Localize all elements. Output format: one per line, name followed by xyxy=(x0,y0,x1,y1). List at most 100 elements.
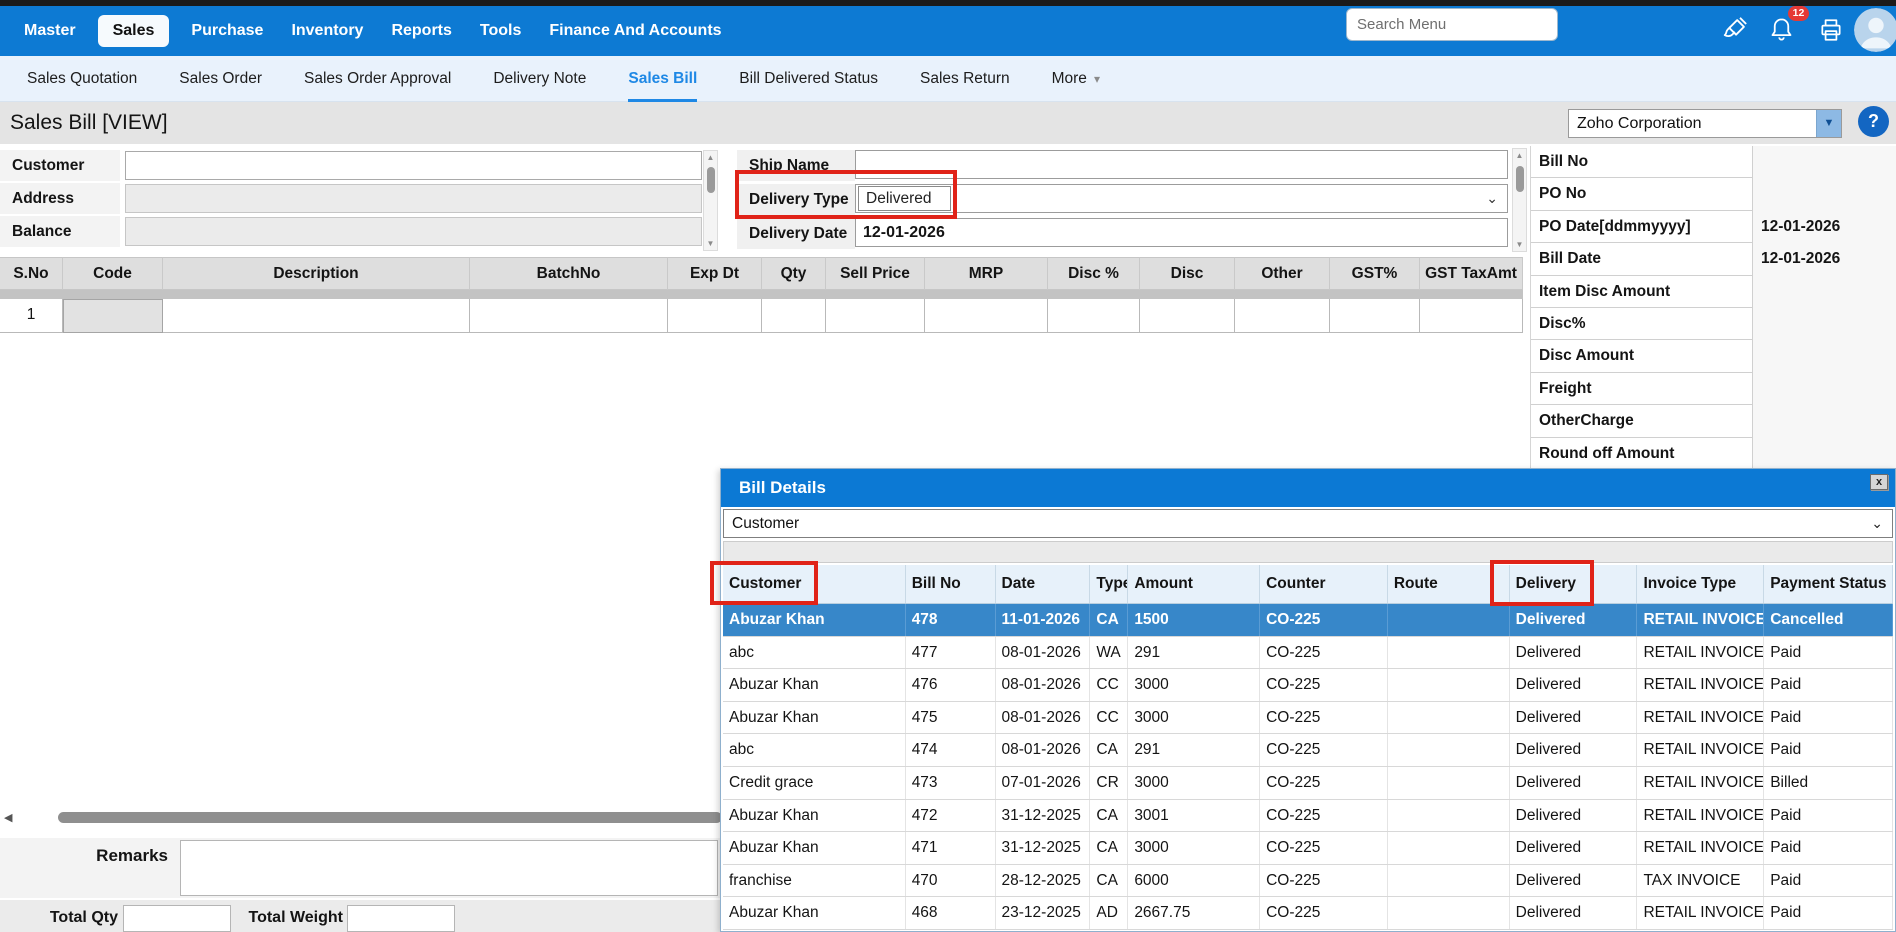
total-qty-label: Total Qty xyxy=(0,909,118,927)
cell-route xyxy=(1388,897,1510,929)
items-cell-gst[interactable] xyxy=(1330,299,1420,333)
nav-item-master[interactable]: Master xyxy=(24,22,76,40)
nav-item-purchase[interactable]: Purchase xyxy=(191,22,263,40)
scrollbar-thumb[interactable] xyxy=(58,812,722,823)
tab-bill-delivered-status[interactable]: Bill Delivered Status xyxy=(739,56,878,102)
form-left-scrollbar[interactable]: ▲ ▼ xyxy=(703,150,718,251)
bill-details-row[interactable]: Abuzar Khan47608-01-2026CC3000CO-225Deli… xyxy=(723,669,1893,702)
cell-date: 23-12-2025 xyxy=(996,897,1091,929)
nav-item-sales[interactable]: Sales xyxy=(98,15,170,47)
bill-details-row[interactable]: Abuzar Khan47508-01-2026CC3000CO-225Deli… xyxy=(723,702,1893,735)
items-col-s-no: S.No xyxy=(0,257,63,290)
scroll-up-icon[interactable]: ▲ xyxy=(1513,151,1526,160)
nav-item-reports[interactable]: Reports xyxy=(391,22,451,40)
bill-details-row[interactable]: Abuzar Khan46823-12-2025AD2667.75CO-225D… xyxy=(723,897,1893,930)
items-cell-code[interactable] xyxy=(63,299,163,333)
items-cell-s-no[interactable]: 1 xyxy=(0,299,63,333)
bill-details-col-invoice-type[interactable]: Invoice Type xyxy=(1637,565,1764,603)
bill-details-row[interactable]: Credit grace47307-01-2026CR3000CO-225Del… xyxy=(723,767,1893,800)
cell-bill-no: 476 xyxy=(906,669,996,701)
cell-amount: 3000 xyxy=(1128,832,1260,864)
bill-details-row[interactable]: Abuzar Khan47231-12-2025CA3001CO-225Deli… xyxy=(723,800,1893,833)
company-select[interactable]: Zoho Corporation ▼ xyxy=(1568,109,1842,138)
bill-details-col-type[interactable]: Type xyxy=(1090,565,1128,603)
cell-type: CA xyxy=(1090,604,1128,636)
scroll-left-icon[interactable]: ◀ xyxy=(4,811,12,824)
items-cell-gst-taxamt[interactable] xyxy=(1420,299,1523,333)
scroll-down-icon[interactable]: ▼ xyxy=(1513,240,1526,249)
items-cell-mrp[interactable] xyxy=(925,299,1048,333)
nav-item-finance-and-accounts[interactable]: Finance And Accounts xyxy=(549,22,721,40)
tab-sales-quotation[interactable]: Sales Quotation xyxy=(27,56,137,102)
cell-route xyxy=(1388,702,1510,734)
delivery-date-input[interactable]: 12-01-2026 xyxy=(855,218,1508,247)
tab-sales-order[interactable]: Sales Order xyxy=(179,56,262,102)
total-qty-input[interactable] xyxy=(123,905,231,932)
delivery-type-select[interactable]: Delivered ⌄ xyxy=(855,184,1508,213)
items-cell-disc[interactable] xyxy=(1048,299,1140,333)
form-right-scrollbar[interactable]: ▲ ▼ xyxy=(1512,148,1527,252)
scrollbar-thumb[interactable] xyxy=(1516,166,1524,192)
bill-details-row[interactable]: franchise47028-12-2025CA6000CO-225Delive… xyxy=(723,865,1893,898)
tab-more[interactable]: More▾ xyxy=(1052,56,1100,102)
cell-amount: 1500 xyxy=(1128,604,1260,636)
total-weight-input[interactable] xyxy=(347,905,455,932)
items-cell-other[interactable] xyxy=(1235,299,1330,333)
summary-row-disc: Disc% xyxy=(1531,308,1896,340)
items-cell-sell-price[interactable] xyxy=(826,299,925,333)
bill-details-col-amount[interactable]: Amount xyxy=(1128,565,1260,603)
bill-details-row[interactable]: Abuzar Khan47811-01-2026CA1500CO-225Deli… xyxy=(723,604,1893,637)
bill-details-col-bill-no[interactable]: Bill No xyxy=(906,565,996,603)
nav-item-tools[interactable]: Tools xyxy=(480,22,521,40)
bill-details-col-delivery[interactable]: Delivery xyxy=(1510,565,1638,603)
items-table-row[interactable]: 1 xyxy=(0,299,1523,333)
scrollbar-thumb[interactable] xyxy=(707,167,715,193)
chevron-down-icon: ⌄ xyxy=(1486,185,1498,212)
bill-details-col-payment-status[interactable]: Payment Status xyxy=(1764,565,1893,603)
remarks-input[interactable] xyxy=(180,840,718,896)
items-cell-batchno[interactable] xyxy=(470,299,668,333)
bill-details-row[interactable]: Abuzar Khan47131-12-2025CA3000CO-225Deli… xyxy=(723,832,1893,865)
ship-name-input[interactable] xyxy=(855,150,1508,179)
modal-customer-filter-select[interactable]: Customer ⌄ xyxy=(723,509,1893,538)
printer-icon[interactable] xyxy=(1818,17,1845,44)
summary-value[interactable]: 12-01-2026 xyxy=(1761,211,1840,243)
bill-details-row[interactable]: abc47408-01-2026CA291CO-225DeliveredRETA… xyxy=(723,734,1893,767)
bottom-horizontal-scrollbar[interactable]: ◀ xyxy=(0,810,722,825)
nav-item-inventory[interactable]: Inventory xyxy=(291,22,363,40)
close-icon[interactable]: x xyxy=(1870,474,1888,490)
cell-customer: Abuzar Khan xyxy=(723,604,906,636)
items-cell-qty[interactable] xyxy=(762,299,826,333)
bill-details-col-customer[interactable]: Customer xyxy=(723,565,906,603)
cell-date: 11-01-2026 xyxy=(996,604,1091,636)
tab-delivery-note[interactable]: Delivery Note xyxy=(493,56,586,102)
bill-details-col-counter[interactable]: Counter xyxy=(1260,565,1388,603)
items-cell-disc-amount[interactable] xyxy=(1140,299,1235,333)
tab-sales-bill[interactable]: Sales Bill xyxy=(628,56,697,102)
customer-input[interactable] xyxy=(125,151,702,180)
module-tab-bar: Sales Quotation Sales Order Sales Order Ap… xyxy=(0,56,1896,102)
cell-payment-status: Paid xyxy=(1764,865,1893,897)
scroll-down-icon[interactable]: ▼ xyxy=(704,239,717,248)
cell-route xyxy=(1388,865,1510,897)
company-dropdown-button[interactable]: ▼ xyxy=(1816,110,1841,137)
help-icon[interactable]: ? xyxy=(1858,106,1889,137)
scroll-up-icon[interactable]: ▲ xyxy=(704,153,717,162)
items-table-hscroll[interactable] xyxy=(0,290,1523,299)
summary-value[interactable]: 12-01-2026 xyxy=(1761,243,1840,275)
items-cell-exp-dt[interactable] xyxy=(668,299,762,333)
search-input[interactable] xyxy=(1346,8,1558,41)
tab-sales-order-approval[interactable]: Sales Order Approval xyxy=(304,56,451,102)
avatar[interactable] xyxy=(1854,8,1896,52)
tab-sales-return[interactable]: Sales Return xyxy=(920,56,1010,102)
bill-details-row[interactable]: abc47708-01-2026WA291CO-225DeliveredRETA… xyxy=(723,637,1893,670)
items-cell-description[interactable] xyxy=(163,299,470,333)
cell-delivery: Delivered xyxy=(1510,702,1638,734)
paintbrush-icon[interactable] xyxy=(1722,15,1749,42)
cell-customer: Abuzar Khan xyxy=(723,702,906,734)
bill-details-col-date[interactable]: Date xyxy=(996,565,1091,603)
cell-date: 28-12-2025 xyxy=(996,865,1091,897)
bill-details-col-route[interactable]: Route xyxy=(1388,565,1510,603)
cell-invoice-type: RETAIL INVOICE xyxy=(1637,637,1764,669)
cell-type: WA xyxy=(1090,637,1128,669)
